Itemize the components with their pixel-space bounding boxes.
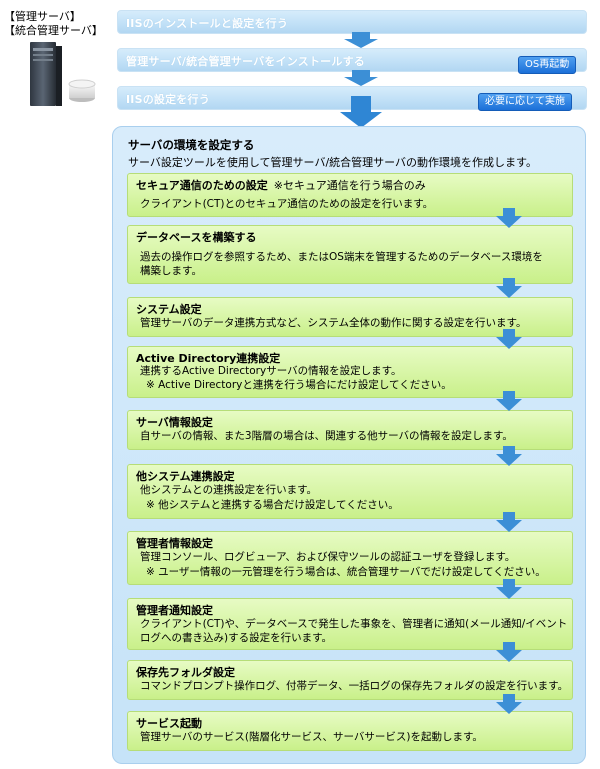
os-restart-badge: OS再起動 — [518, 56, 577, 74]
section-line: 連携するActive Directoryサーバの情報を設定します。 — [140, 365, 402, 377]
server-label-integrated: 【統合管理サーバ】 — [4, 24, 103, 37]
section-line: 管理サーバのサービス(階層化サービス、サーバサービス)を起動します。 — [140, 731, 483, 743]
section-database: データベースを構築する 過去の操作ログを参照するため、またはOS端末を管理するた… — [127, 225, 573, 284]
down-arrow-icon — [496, 278, 522, 298]
section-title: 保存先フォルダ設定 — [136, 666, 235, 679]
step-install-server: 管理サーバ/統合管理サーバをインストールする — [117, 48, 587, 72]
main-title: サーバの環境を設定する — [128, 138, 255, 152]
section-line: 過去の操作ログを参照するため、またはOS端末を管理するためのデータベース環境を — [140, 251, 543, 263]
server-label-management: 【管理サーバ】 — [4, 10, 81, 23]
section-line: クライアント(CT)や、データベースで発生した事象を、管理者に通知(メール通知/… — [140, 618, 568, 630]
section-line: ※ Active Directoryと連携を行う場合にだけ設定してください。 — [146, 379, 452, 391]
server-illustration — [30, 42, 96, 106]
section-line: 他システムとの連携設定を行います。 — [140, 484, 318, 496]
down-arrow-icon — [496, 391, 522, 411]
down-arrow-icon — [344, 70, 378, 86]
step-iis-install: IISのインストールと設定を行う — [117, 10, 587, 34]
section-line: クライアント(CT)とのセキュア通信のための設定を行います。 — [140, 198, 434, 210]
step-label: 管理サーバ/統合管理サーバをインストールする — [126, 55, 365, 68]
server-tower-icon — [30, 42, 62, 106]
section-title: システム設定 — [136, 303, 202, 316]
step-label: IISの設定を行う — [126, 93, 210, 106]
section-title: データベースを構築する — [136, 231, 257, 244]
section-server-info: サーバ情報設定 自サーバの情報、また3階層の場合は、関連する他サーバの情報を設定… — [127, 410, 573, 450]
section-line: 管理コンソール、ログビューア、および保守ツールの認証ユーザを登録します。 — [140, 551, 516, 563]
down-arrow-icon — [496, 512, 522, 532]
down-arrow-icon — [496, 329, 522, 349]
main-description: サーバ設定ツールを使用して管理サーバ/統合管理サーバの動作環境を作成します。 — [128, 156, 537, 169]
down-arrow-icon — [496, 579, 522, 599]
down-arrow-icon — [496, 694, 522, 714]
down-arrow-icon — [340, 96, 382, 128]
section-admin-info: 管理者情報設定 管理コンソール、ログビューア、および保守ツールの認証ユーザを登録… — [127, 531, 573, 585]
section-title: セキュア通信のための設定 — [136, 179, 268, 192]
storage-disk-icon — [68, 79, 96, 102]
down-arrow-icon — [496, 208, 522, 228]
section-line: 管理サーバのデータ連携方式など、システム全体の動作に関する設定を行います。 — [140, 317, 527, 329]
section-note: ※セキュア通信を行う場合のみ — [273, 179, 426, 192]
step-label: IISのインストールと設定を行う — [126, 17, 289, 30]
section-title: サーバ情報設定 — [136, 416, 213, 429]
section-line: 構築します。 — [140, 265, 202, 277]
section-service-start: サービス起動 管理サーバのサービス(階層化サービス、サーバサービス)を起動します… — [127, 711, 573, 751]
section-line: ※ 他システムと連携する場合だけ設定してください。 — [146, 499, 399, 511]
section-other-system: 他システム連携設定 他システムとの連携設定を行います。 ※ 他システムと連携する… — [127, 464, 573, 519]
down-arrow-icon — [496, 642, 522, 662]
section-line: ログへの書き込み)する設定を行います。 — [140, 632, 333, 644]
section-line: コマンドプロンプト操作ログ、付帯データ、一括ログの保存先フォルダの設定を行います… — [140, 680, 569, 692]
section-title: サービス起動 — [136, 717, 202, 730]
section-title: 管理者情報設定 — [136, 537, 213, 550]
section-title: 管理者通知設定 — [136, 604, 213, 617]
down-arrow-icon — [344, 32, 378, 48]
section-title: 他システム連携設定 — [136, 470, 235, 483]
optional-badge: 必要に応じて実施 — [478, 93, 572, 111]
section-line: 自サーバの情報、また3階層の場合は、関連する他サーバの情報を設定します。 — [140, 430, 513, 442]
down-arrow-icon — [496, 446, 522, 466]
section-line: ※ ユーザー情報の一元管理を行う場合は、統合管理サーバでだけ設定してください。 — [146, 566, 546, 578]
